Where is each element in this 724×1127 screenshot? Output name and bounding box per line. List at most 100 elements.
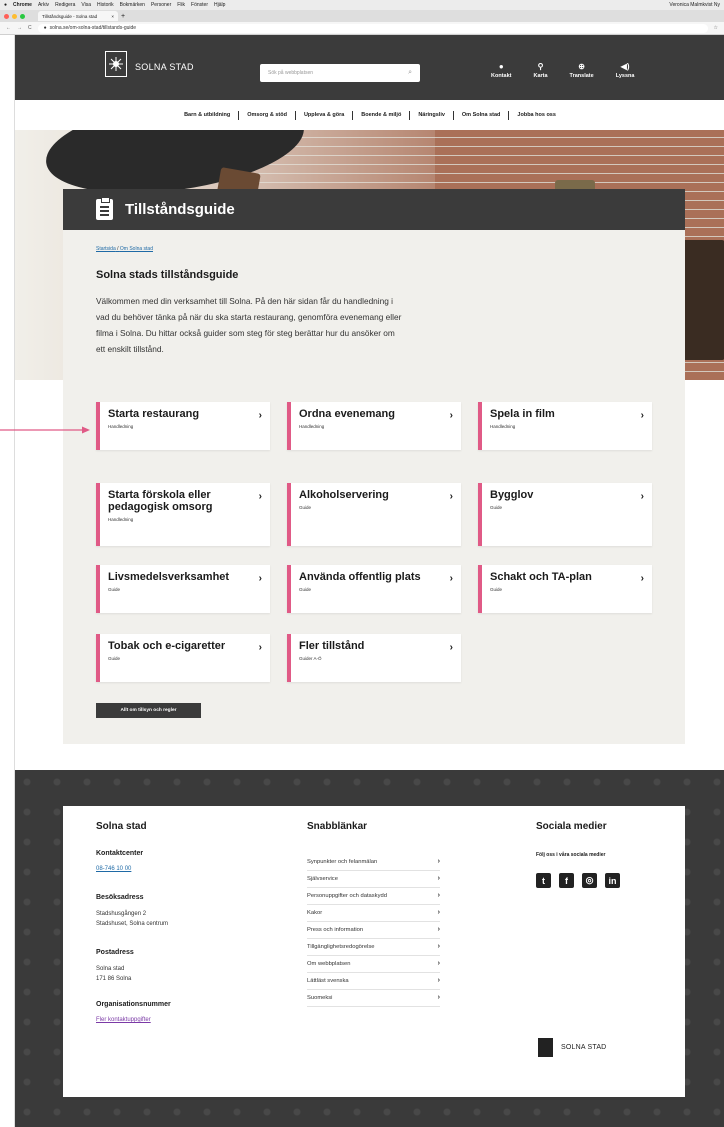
menubar-item[interactable]: Arkiv	[38, 2, 49, 8]
lock-icon: ●	[43, 25, 47, 31]
tile-ordna-evenemang[interactable]: Ordna evenemang Handledning ›	[287, 402, 461, 450]
quicklink[interactable]: Tillgänglighetsredogörelse ›	[307, 939, 440, 956]
tile-title: Fler tillstånd	[299, 640, 365, 652]
menubar-user[interactable]: Veronica Malmkvist Ny	[669, 2, 724, 8]
chevron-right-icon: ›	[640, 410, 644, 421]
nav-item[interactable]: Omsorg & stöd	[247, 112, 287, 118]
footer-logo[interactable]: SOLNA STAD	[538, 1038, 606, 1057]
tile-subtitle: Guider A-Ö	[299, 656, 322, 661]
facebook-icon[interactable]: f	[559, 873, 574, 888]
quicklink-label: Synpunkter och felanmälan	[307, 859, 378, 865]
quicklink-label: Lättläst svenska	[307, 978, 349, 984]
close-tab-icon[interactable]: ×	[111, 14, 114, 19]
tile-starta-restaurang[interactable]: Starta restaurang Handledning ›	[96, 402, 270, 450]
menubar-item[interactable]: Visa	[81, 2, 91, 8]
new-tab-icon[interactable]: +	[121, 13, 125, 20]
visit-label: Besöksadress	[96, 894, 144, 901]
tile-title: Spela in film	[490, 408, 555, 420]
search-input[interactable]: Sök på webbplatsen ⌕	[260, 64, 420, 82]
header-link-kontakt[interactable]: ● Kontakt	[491, 62, 511, 79]
visit-line: Stadshusgången 2	[96, 911, 147, 917]
footer-org-title: Solna stad	[96, 821, 147, 832]
post-line: 171 86 Solna	[96, 976, 132, 982]
tile-anvanda-offentlig-plats[interactable]: Använda offentlig plats Guide ›	[287, 565, 461, 613]
nav-item[interactable]: Jobba hos oss	[517, 112, 556, 118]
bookmark-star-icon[interactable]: ☆	[714, 25, 718, 31]
close-window-icon[interactable]	[4, 13, 9, 19]
tile-tobak-och-e-cigaretter[interactable]: Tobak och e-cigaretter Guide ›	[96, 634, 270, 682]
menubar-item[interactable]: Personer	[151, 2, 171, 8]
menubar-item[interactable]: Bokmärken	[120, 2, 145, 8]
nav-item[interactable]: Näringsliv	[418, 112, 445, 118]
menubar-item[interactable]: Historik	[97, 2, 114, 8]
phone-link[interactable]: 08-746 10 00	[96, 866, 131, 872]
header-link-lyssna[interactable]: ◀) Lyssna	[616, 62, 635, 79]
logo-text[interactable]: SOLNA STAD	[135, 62, 194, 72]
nav-item[interactable]: Om Solna stad	[462, 112, 501, 118]
quicklink-label: Press och information	[307, 927, 364, 933]
tile-spela-in-film[interactable]: Spela in film Handledning ›	[478, 402, 652, 450]
twitter-icon[interactable]: t	[536, 873, 551, 888]
tab-title: Tillståndsguide - Solna stad	[42, 13, 98, 19]
tile-schakt-och-ta-plan[interactable]: Schakt och TA-plan Guide ›	[478, 565, 652, 613]
nav-item[interactable]: Barn & utbildning	[184, 112, 230, 118]
menubar-app[interactable]: Chrome	[13, 2, 32, 8]
chevron-right-icon: ›	[437, 909, 440, 916]
quicklink[interactable]: Kakor ›	[307, 905, 440, 922]
social-links: t f ◎ in	[536, 873, 620, 888]
search-icon[interactable]: ⌕	[408, 69, 412, 77]
solna-logo-icon[interactable]	[105, 51, 127, 77]
quicklink[interactable]: Självservice ›	[307, 871, 440, 888]
quicklink[interactable]: Om webbplatsen ›	[307, 956, 440, 973]
reload-icon[interactable]: C	[28, 25, 32, 31]
minimize-window-icon[interactable]	[12, 13, 17, 19]
quicklink[interactable]: Personuppgifter och dataskydd ›	[307, 888, 440, 905]
social-title: Sociala medier	[536, 821, 607, 832]
apple-icon[interactable]: ●	[4, 2, 7, 8]
quicklink-label: Suomeksi	[307, 995, 333, 1001]
linkedin-icon[interactable]: in	[605, 873, 620, 888]
quicklink[interactable]: Synpunkter och felanmälan ›	[307, 854, 440, 871]
chevron-right-icon: ›	[437, 943, 440, 950]
back-icon[interactable]: ←	[6, 25, 11, 31]
tile-subtitle: Guide	[299, 505, 312, 510]
post-line: Solna stad	[96, 966, 125, 972]
menubar-item[interactable]: Redigera	[55, 2, 75, 8]
more-contact-link[interactable]: Fler kontaktuppgifter	[96, 1017, 151, 1023]
zoom-window-icon[interactable]	[20, 13, 25, 19]
instagram-icon[interactable]: ◎	[582, 873, 597, 888]
annotation-arrow-icon	[0, 426, 90, 434]
quicklink[interactable]: Press och information ›	[307, 922, 440, 939]
header-link-karta[interactable]: ⚲ Karta	[533, 62, 547, 79]
quicklink-label: Kakor	[307, 910, 323, 916]
tile-fler-tillstand[interactable]: Fler tillstånd Guider A-Ö ›	[287, 634, 461, 682]
chevron-right-icon: ›	[449, 642, 453, 653]
menubar-item[interactable]: Fönster	[191, 2, 208, 8]
search-placeholder: Sök på webbplatsen	[268, 70, 314, 76]
nav-item[interactable]: Uppleva & göra	[304, 112, 344, 118]
tile-starta-forskola[interactable]: Starta förskola eller pedagogisk omsorg …	[96, 483, 270, 546]
browser-tab[interactable]: Tillståndsguide - Solna stad ×	[38, 11, 118, 21]
menubar-item[interactable]: Hjälp	[214, 2, 225, 8]
quicklink-label: Personuppgifter och dataskydd	[307, 893, 387, 899]
all-rules-button[interactable]: Allt om tillsyn och regler	[96, 703, 201, 718]
tile-livsmedelsverksamhet[interactable]: Livsmedelsverksamhet Guide ›	[96, 565, 270, 613]
browser-tabbar: Tillståndsguide - Solna stad × +	[0, 10, 724, 22]
tile-bygglov[interactable]: Bygglov Guide ›	[478, 483, 652, 546]
forward-icon[interactable]: →	[17, 25, 22, 31]
breadcrumb-link[interactable]: Om Solna stad	[120, 246, 153, 252]
chevron-right-icon: ›	[640, 491, 644, 502]
tile-title: Schakt och TA-plan	[490, 571, 592, 583]
tile-subtitle: Handledning	[299, 424, 325, 429]
globe-icon: ⊕	[578, 62, 585, 71]
breadcrumb-link[interactable]: Startsida	[96, 246, 116, 252]
quicklink[interactable]: Lättläst svenska ›	[307, 973, 440, 990]
quicklink[interactable]: Suomeksi ›	[307, 990, 440, 1007]
header-link-translate[interactable]: ⊕ Translate	[570, 62, 594, 79]
nav-item[interactable]: Boende & miljö	[361, 112, 401, 118]
address-bar[interactable]: ● solna.se/om-solna-stad/tillstands-guid…	[37, 23, 708, 33]
tile-alkoholservering[interactable]: Alkoholservering Guide ›	[287, 483, 461, 546]
footer-logo-text: SOLNA STAD	[561, 1044, 607, 1051]
browser-toolbar: ← → C ● solna.se/om-solna-stad/tillstand…	[0, 22, 724, 35]
menubar-item[interactable]: Flik	[177, 2, 185, 8]
